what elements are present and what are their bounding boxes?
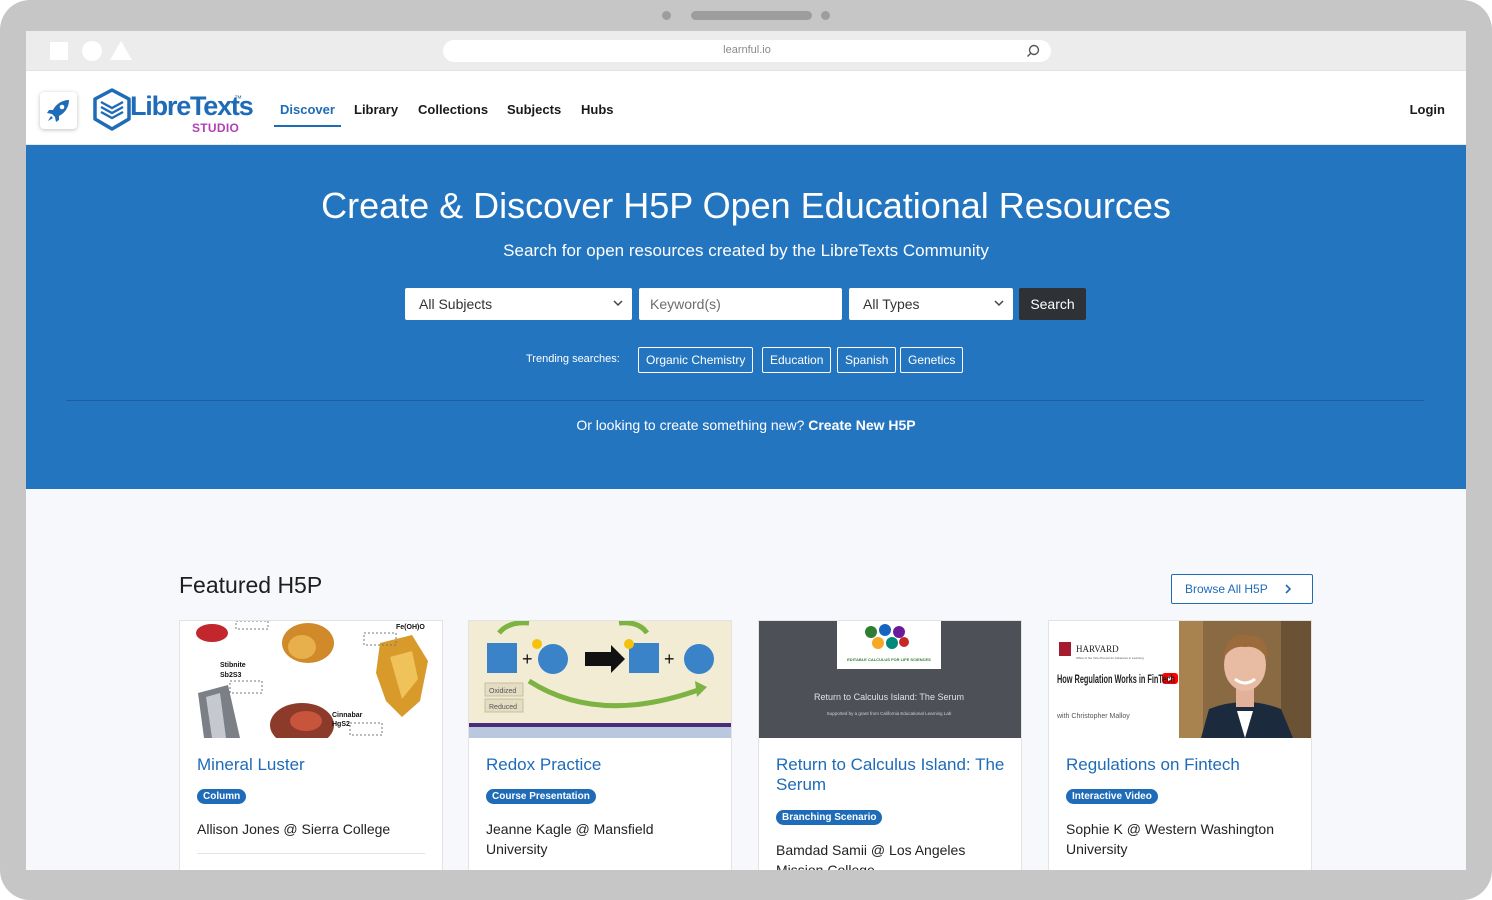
hero-divider [66, 400, 1424, 401]
site-navbar: LibreTexts ™ STUDIO Discover Library Col… [26, 71, 1466, 145]
card-thumbnail-mineral[interactable]: Stibnite Sb2S3 Cinnabar HgS2 Fe(OH)O [180, 621, 442, 738]
nav-discover[interactable]: Discover [280, 102, 335, 117]
nav-subjects[interactable]: Subjects [507, 102, 561, 117]
libretexts-book-icon [93, 88, 131, 131]
browser-toolbar: learnful.io [26, 31, 1466, 71]
card-thumbnail-redox[interactable]: + + Oxidized Reduced [469, 621, 731, 738]
thumb-label: HgS2 [332, 721, 350, 728]
thumb-label: How Regulation Works in FinTech [1057, 672, 1175, 686]
card-type-badge: Column [197, 789, 247, 804]
address-bar[interactable]: learnful.io [443, 40, 1051, 62]
thumb-label: EDITABLE CALCULUS FOR LIFE SCIENCES [847, 657, 931, 662]
camera-dot [662, 11, 671, 20]
thumb-label: Supported by a grant from California Edu… [827, 711, 952, 716]
thumb-label: Reduced [489, 704, 517, 711]
card-thumbnail-fintech[interactable]: HARVARD Office of the Vice Provost for A… [1049, 621, 1311, 738]
thumb-label: Stibnite [220, 662, 246, 669]
trending-chip-education[interactable]: Education [762, 347, 832, 373]
card-author: Allison Jones @ Sierra College [197, 821, 391, 837]
device-frame: learnful.io LibreTexts ™ STUDIO Discover… [0, 0, 1492, 900]
thumb-label: Cinnabar [332, 712, 363, 719]
h5p-card[interactable]: EDITABLE CALCULUS FOR LIFE SCIENCES Retu… [758, 620, 1022, 870]
card-type-badge: Interactive Video [1066, 789, 1158, 804]
chevron-down-icon [613, 300, 623, 307]
screen: learnful.io LibreTexts ™ STUDIO Discover… [26, 31, 1466, 870]
card-author: Jeanne Kagle @ Mansfield University [486, 821, 654, 857]
card-type-badge: Course Presentation [486, 789, 596, 804]
thumb-label: HARVARD [1076, 644, 1119, 654]
launcher-button[interactable] [40, 92, 77, 129]
card-author: Bamdad Samii @ Los Angeles Mission Colle… [776, 842, 966, 870]
card-thumbnail-calculus[interactable]: EDITABLE CALCULUS FOR LIFE SCIENCES Retu… [759, 621, 1021, 738]
nav-hubs[interactable]: Hubs [581, 102, 614, 117]
search-icon[interactable] [1025, 43, 1041, 59]
create-new-h5p-link[interactable]: Create New H5P [808, 417, 915, 433]
h5p-card[interactable]: + + Oxidized Reduced Redox Practice Cour… [468, 620, 732, 870]
card-divider [197, 853, 425, 854]
card-title[interactable]: Regulations on Fintech [1066, 755, 1296, 775]
chevron-right-icon [1285, 584, 1292, 594]
circle-icon[interactable] [82, 41, 102, 61]
create-prompt-text: Or looking to create something new? [576, 417, 805, 433]
card-type-badge: Branching Scenario [776, 810, 883, 825]
login-link[interactable]: Login [1410, 102, 1445, 117]
thumb-label: Fe(OH)O [396, 624, 425, 631]
browse-all-button[interactable]: Browse All H5P [1171, 574, 1313, 604]
thumb-label: with Christopher Malloy [1056, 713, 1130, 720]
rocket-icon [47, 100, 69, 122]
subjects-select-value: All Subjects [419, 296, 493, 312]
featured-title: Featured H5P [179, 572, 323, 598]
browse-all-label: Browse All H5P [1185, 582, 1268, 596]
nav-collections[interactable]: Collections [418, 102, 488, 117]
libretexts-logo[interactable]: LibreTexts ™ STUDIO [92, 86, 254, 136]
card-title[interactable]: Redox Practice [486, 755, 716, 775]
subjects-select[interactable]: All Subjects [405, 288, 632, 320]
svg-text:+: + [664, 649, 675, 669]
trending-chip-spanish[interactable]: Spanish [837, 347, 897, 373]
logo-studio-label: STUDIO [192, 121, 240, 135]
create-prompt-line: Or looking to create something new? Crea… [26, 417, 1466, 433]
speaker-bar [691, 11, 812, 20]
url-text: learnful.io [723, 44, 771, 56]
thumb-label: Return to Calculus Island: The Serum [814, 692, 964, 702]
thumb-label: Office of the Vice Provost for Advances … [1076, 656, 1144, 660]
hero-section: Create & Discover H5P Open Educational R… [26, 145, 1466, 489]
thumb-label: Sb2S3 [220, 672, 242, 679]
svg-text:+: + [522, 649, 533, 669]
hero-title: Create & Discover H5P Open Educational R… [321, 185, 1171, 226]
sensor-dot [821, 11, 830, 20]
search-button[interactable]: Search [1019, 288, 1086, 320]
triangle-icon[interactable] [110, 41, 132, 60]
card-title[interactable]: Mineral Luster [197, 755, 427, 775]
trending-chip-genetics[interactable]: Genetics [900, 347, 964, 373]
trending-label: Trending searches: [526, 353, 620, 365]
h5p-card[interactable]: HARVARD Office of the Vice Provost for A… [1048, 620, 1312, 870]
h5p-card[interactable]: Stibnite Sb2S3 Cinnabar HgS2 Fe(OH)O Min… [179, 620, 443, 870]
types-select-value: All Types [863, 296, 920, 312]
active-tab-indicator [274, 125, 341, 127]
trending-chip-organic-chemistry[interactable]: Organic Chemistry [638, 347, 754, 373]
types-select[interactable]: All Types [849, 288, 1013, 320]
thumb-label: Oxidized [489, 688, 516, 695]
square-icon[interactable] [50, 42, 68, 60]
chevron-down-icon [994, 300, 1004, 307]
card-title[interactable]: Return to Calculus Island: The Serum [776, 755, 1006, 795]
hero-subtitle: Search for open resources created by the… [503, 241, 989, 260]
logo-trademark: ™ [234, 94, 242, 103]
keyword-input[interactable] [639, 288, 842, 320]
nav-library[interactable]: Library [354, 102, 398, 117]
card-author: Sophie K @ Western Washington University [1066, 821, 1274, 857]
